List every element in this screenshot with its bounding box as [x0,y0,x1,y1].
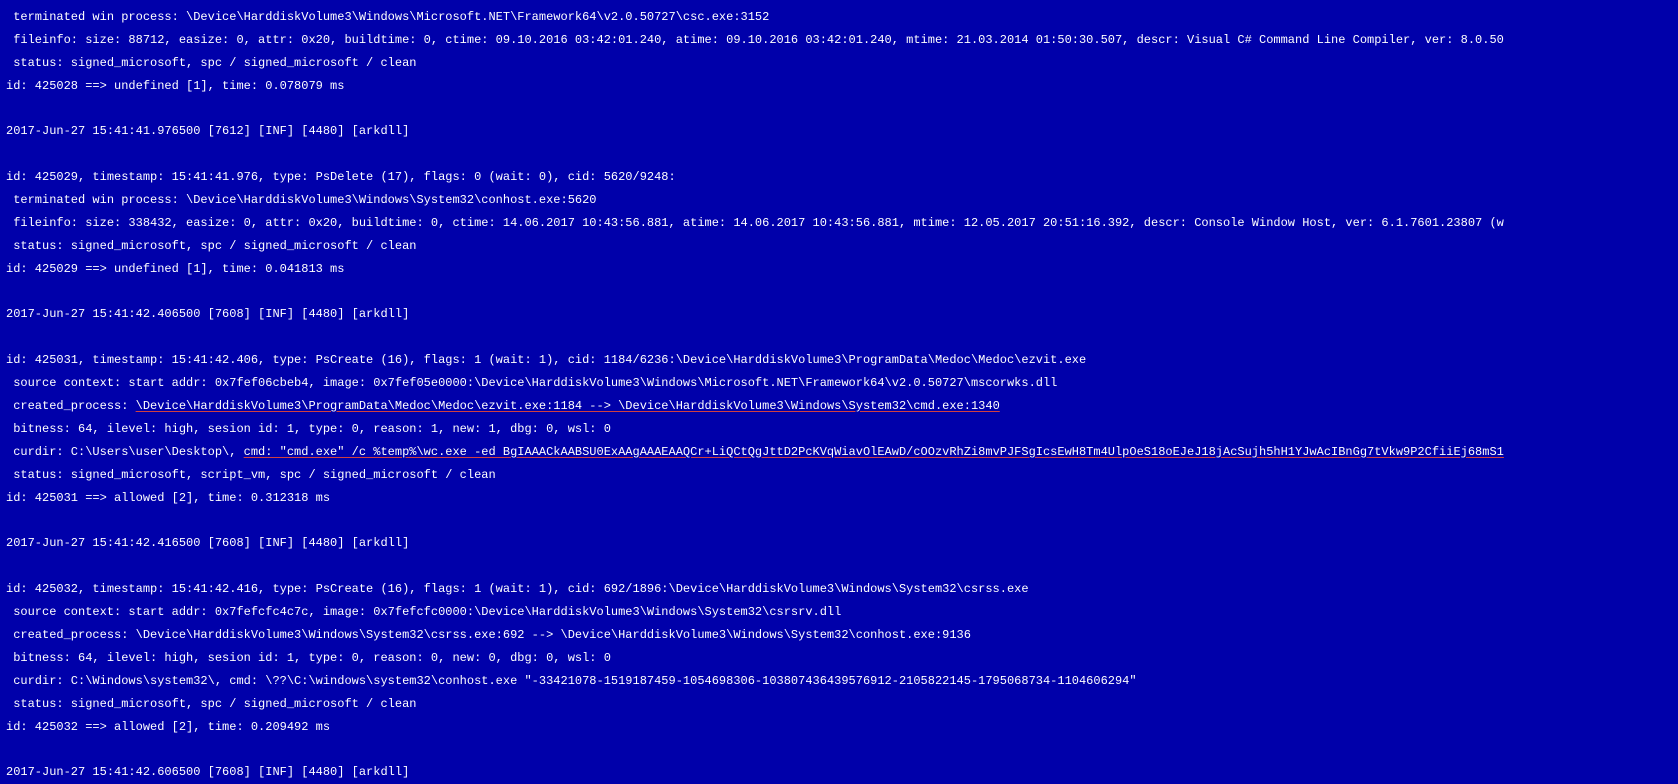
log-timestamp: 2017-Jun-27 15:41:42.406500 [7608] [INF]… [6,309,1672,321]
log-timestamp: 2017-Jun-27 15:41:42.416500 [7608] [INF]… [6,538,1672,550]
blank-line [6,104,1672,115]
blank-line [6,516,1672,527]
log-line: id: 425029, timestamp: 15:41:41.976, typ… [6,172,1672,184]
log-timestamp: 2017-Jun-27 15:41:41.976500 [7612] [INF]… [6,126,1672,138]
log-line: terminated win process: \Device\Harddisk… [6,195,1672,207]
log-line: curdir: C:\Users\user\Desktop\, cmd: "cm… [6,447,1672,459]
log-timestamp: 2017-Jun-27 15:41:42.606500 [7608] [INF]… [6,767,1672,779]
log-line: id: 425028 ==> undefined [1], time: 0.07… [6,81,1672,93]
underlined-path: \Device\HarddiskVolume3\ProgramData\Medo… [136,399,1000,413]
log-line: created_process: \Device\HarddiskVolume3… [6,401,1672,413]
blank-line [6,745,1672,756]
log-line: bitness: 64, ilevel: high, sesion id: 1,… [6,424,1672,436]
log-line: status: signed_microsoft, script_vm, spc… [6,470,1672,482]
blank-line [6,287,1672,298]
log-line: bitness: 64, ilevel: high, sesion id: 1,… [6,653,1672,665]
log-line: source context: start addr: 0x7fefcfc4c7… [6,607,1672,619]
underlined-cmd: cmd: "cmd.exe" /c %temp%\wc.exe -ed BgIA… [244,445,1504,459]
log-line: id: 425032 ==> allowed [2], time: 0.2094… [6,722,1672,734]
log-line: created_process: \Device\HarddiskVolume3… [6,630,1672,642]
log-line: source context: start addr: 0x7fef06cbeb… [6,378,1672,390]
log-line: status: signed_microsoft, spc / signed_m… [6,58,1672,70]
log-line: curdir: C:\Windows\system32\, cmd: \??\C… [6,676,1672,688]
log-line: terminated win process: \Device\Harddisk… [6,12,1672,24]
blank-line [6,332,1672,343]
log-line: id: 425032, timestamp: 15:41:42.416, typ… [6,584,1672,596]
log-line: fileinfo: size: 88712, easize: 0, attr: … [6,35,1672,47]
blank-line [6,149,1672,160]
log-line: id: 425031, timestamp: 15:41:42.406, typ… [6,355,1672,367]
log-line: status: signed_microsoft, spc / signed_m… [6,241,1672,253]
log-line: status: signed_microsoft, spc / signed_m… [6,699,1672,711]
log-line: fileinfo: size: 338432, easize: 0, attr:… [6,218,1672,230]
console-log: terminated win process: \Device\Harddisk… [0,0,1678,784]
log-line: id: 425029 ==> undefined [1], time: 0.04… [6,264,1672,276]
blank-line [6,561,1672,572]
log-line: id: 425031 ==> allowed [2], time: 0.3123… [6,493,1672,505]
